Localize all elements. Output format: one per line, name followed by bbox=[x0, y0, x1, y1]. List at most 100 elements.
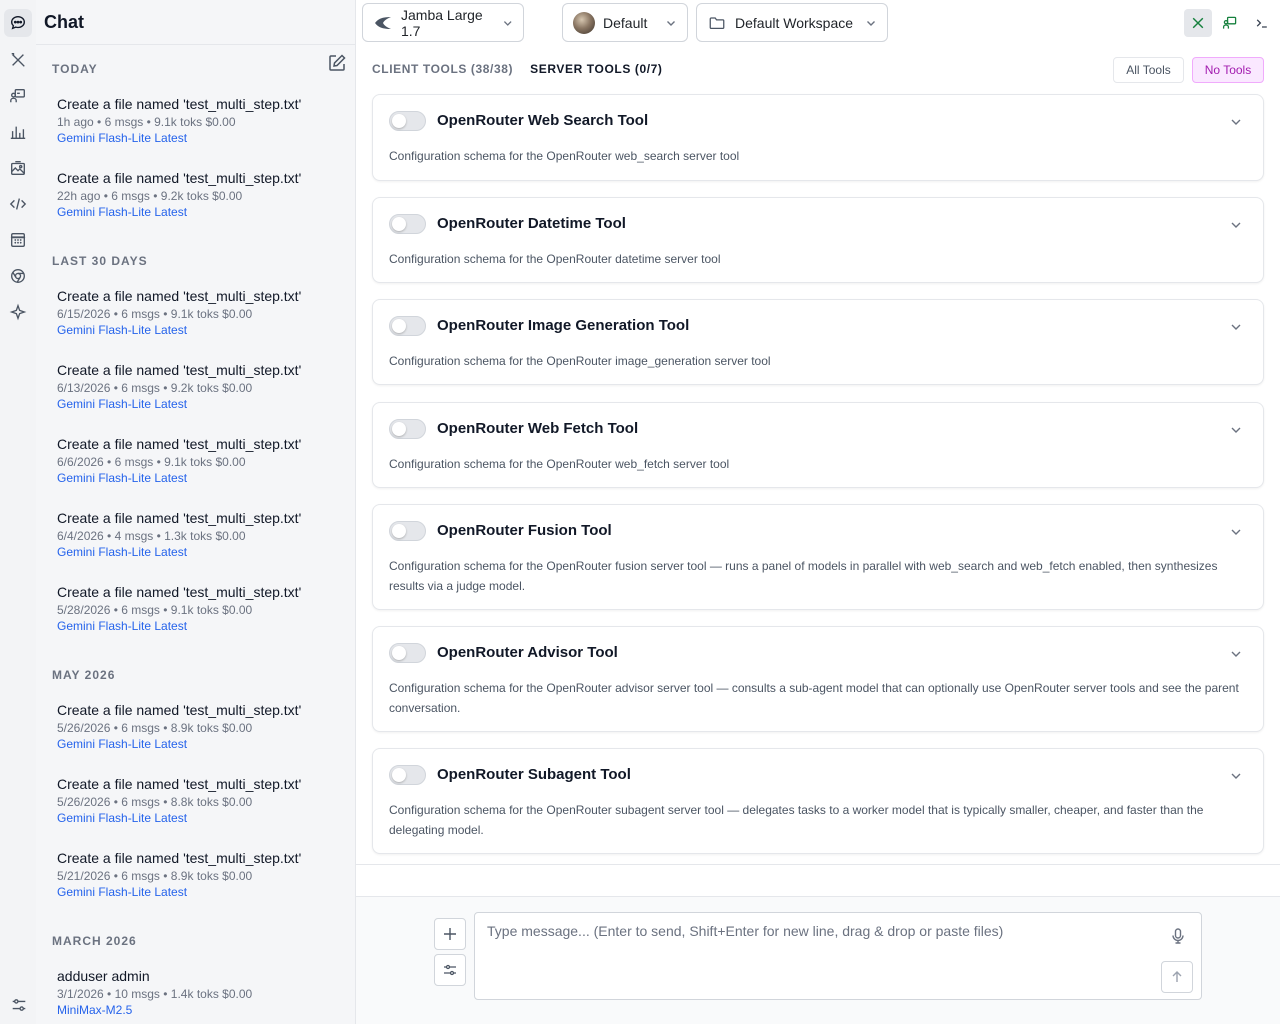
tools-toggle-button[interactable] bbox=[1184, 9, 1212, 37]
group-label-march-2026: MARCH 2026 bbox=[52, 934, 137, 948]
agents-toggle-button[interactable] bbox=[1216, 9, 1244, 37]
chevron-down-icon[interactable] bbox=[1229, 647, 1243, 661]
edit-icon bbox=[329, 54, 346, 71]
conversation-meta: 1h ago • 6 msgs • 9.1k toks $0.00 bbox=[57, 115, 236, 129]
conversation-item[interactable]: Create a file named 'test_multi_step.txt… bbox=[57, 436, 317, 487]
terminal-button[interactable] bbox=[1248, 9, 1276, 37]
conversation-title: Create a file named 'test_multi_step.txt… bbox=[57, 584, 302, 600]
microphone-icon[interactable] bbox=[1169, 927, 1187, 945]
tool-card-web-fetch[interactable]: OpenRouter Web Fetch Tool Configuration … bbox=[372, 402, 1264, 488]
conversation-meta: 5/26/2026 • 6 msgs • 8.9k toks $0.00 bbox=[57, 721, 253, 735]
new-chat-button[interactable] bbox=[326, 52, 348, 74]
conversation-title: Create a file named 'test_multi_step.txt… bbox=[57, 170, 302, 186]
tool-card-fusion[interactable]: OpenRouter Fusion Tool Configuration sch… bbox=[372, 504, 1264, 610]
tool-title: OpenRouter Image Generation Tool bbox=[437, 317, 690, 334]
message-input[interactable] bbox=[487, 923, 1157, 983]
attach-button[interactable] bbox=[434, 918, 466, 950]
tool-description: Configuration schema for the OpenRouter … bbox=[389, 559, 1218, 593]
conversation-item[interactable]: adduser admin 3/1/2026 • 10 msgs • 1.4k … bbox=[57, 968, 317, 1019]
code-icon[interactable] bbox=[4, 190, 32, 218]
tool-card-datetime[interactable]: OpenRouter Datetime Tool Configuration s… bbox=[372, 197, 1264, 283]
tool-description: Configuration schema for the OpenRouter … bbox=[389, 803, 1204, 837]
tool-card-web-search[interactable]: OpenRouter Web Search Tool Configuration… bbox=[372, 94, 1264, 181]
calculator-icon[interactable] bbox=[4, 226, 32, 254]
chevron-down-icon[interactable] bbox=[1229, 320, 1243, 334]
chevron-down-icon[interactable] bbox=[1229, 423, 1243, 437]
conversation-meta: 6/13/2026 • 6 msgs • 9.2k toks $0.00 bbox=[57, 381, 253, 395]
conversation-meta: 5/28/2026 • 6 msgs • 9.1k toks $0.00 bbox=[57, 603, 253, 617]
conversation-item[interactable]: Create a file named 'test_multi_step.txt… bbox=[57, 584, 317, 635]
chat-icon[interactable] bbox=[4, 9, 32, 37]
gallery-icon[interactable] bbox=[4, 154, 32, 182]
conversation-model: Gemini Flash-Lite Latest bbox=[57, 737, 188, 751]
tool-toggle[interactable] bbox=[389, 214, 426, 234]
conversation-sidebar: Chat TODAY LAST 30 DAYS MAY 2026 MARCH 2… bbox=[36, 0, 356, 1024]
tool-card-subagent[interactable]: OpenRouter Subagent Tool Configuration s… bbox=[372, 748, 1264, 854]
conversation-item[interactable]: Create a file named 'test_multi_step.txt… bbox=[57, 96, 317, 147]
no-tools-button[interactable]: No Tools bbox=[1192, 57, 1264, 83]
all-tools-button[interactable]: All Tools bbox=[1113, 57, 1184, 83]
sidebar-divider bbox=[36, 44, 355, 45]
tool-description: Configuration schema for the OpenRouter … bbox=[389, 252, 721, 266]
conversation-model: Gemini Flash-Lite Latest bbox=[57, 545, 188, 559]
sparkle-icon[interactable] bbox=[4, 298, 32, 326]
tool-title: OpenRouter Fusion Tool bbox=[437, 522, 612, 539]
conversation-title: Create a file named 'test_multi_step.txt… bbox=[57, 288, 302, 304]
chevron-down-icon[interactable] bbox=[1229, 218, 1243, 232]
tool-toggle[interactable] bbox=[389, 316, 426, 336]
tools-icon[interactable] bbox=[4, 46, 32, 74]
persona-selector-label: Default bbox=[603, 14, 648, 31]
tab-client-tools[interactable]: CLIENT TOOLS (38/38) bbox=[372, 62, 513, 76]
send-button[interactable] bbox=[1161, 961, 1193, 993]
conversation-title: Create a file named 'test_multi_step.txt… bbox=[57, 850, 302, 866]
group-label-may-2026: MAY 2026 bbox=[52, 668, 116, 682]
conversation-item[interactable]: Create a file named 'test_multi_step.txt… bbox=[57, 170, 317, 221]
conversation-model: Gemini Flash-Lite Latest bbox=[57, 471, 188, 485]
conversation-title: Create a file named 'test_multi_step.txt… bbox=[57, 776, 302, 792]
conversation-item[interactable]: Create a file named 'test_multi_step.txt… bbox=[57, 850, 317, 901]
workspace-selector[interactable]: Default Workspace bbox=[696, 3, 888, 42]
tool-title: OpenRouter Subagent Tool bbox=[437, 766, 631, 783]
stats-icon[interactable] bbox=[4, 118, 32, 146]
browser-icon[interactable] bbox=[4, 262, 32, 290]
message-box bbox=[474, 912, 1202, 1000]
model-logo-icon bbox=[373, 13, 393, 33]
persona-selector[interactable]: Default bbox=[562, 3, 688, 42]
conversation-meta: 6/4/2026 • 4 msgs • 1.3k toks $0.00 bbox=[57, 529, 246, 543]
tool-toggle[interactable] bbox=[389, 643, 426, 663]
tool-description: Configuration schema for the OpenRouter … bbox=[389, 354, 771, 368]
tool-card-advisor[interactable]: OpenRouter Advisor Tool Configuration sc… bbox=[372, 626, 1264, 732]
conversation-item[interactable]: Create a file named 'test_multi_step.txt… bbox=[57, 776, 317, 827]
tool-card-image-generation[interactable]: OpenRouter Image Generation Tool Configu… bbox=[372, 299, 1264, 385]
chevron-down-icon[interactable] bbox=[1229, 115, 1243, 129]
conversation-title: Create a file named 'test_multi_step.txt… bbox=[57, 436, 302, 452]
conversation-item[interactable]: Create a file named 'test_multi_step.txt… bbox=[57, 702, 317, 753]
tool-toggle[interactable] bbox=[389, 111, 426, 131]
chevron-down-icon bbox=[503, 20, 512, 26]
agents-icon[interactable] bbox=[4, 82, 32, 110]
tool-title: OpenRouter Web Fetch Tool bbox=[437, 420, 639, 437]
options-button[interactable] bbox=[434, 954, 466, 986]
avatar bbox=[573, 11, 595, 34]
conversation-title: Create a file named 'test_multi_step.txt… bbox=[57, 702, 302, 718]
conversation-title: adduser admin bbox=[57, 968, 150, 984]
top-bar: Jamba Large 1.7 Default Default Workspac… bbox=[356, 0, 1280, 46]
conversation-item[interactable]: Create a file named 'test_multi_step.txt… bbox=[57, 510, 317, 561]
conversation-model: Gemini Flash-Lite Latest bbox=[57, 885, 188, 899]
plus-icon bbox=[444, 928, 456, 940]
tool-toggle[interactable] bbox=[389, 765, 426, 785]
tool-description: Configuration schema for the OpenRouter … bbox=[389, 681, 1239, 715]
conversation-model: Gemini Flash-Lite Latest bbox=[57, 131, 188, 145]
tool-toggle[interactable] bbox=[389, 521, 426, 541]
sidebar-title: Chat bbox=[44, 12, 84, 32]
chevron-down-icon[interactable] bbox=[1229, 769, 1243, 783]
settings-sliders-icon[interactable] bbox=[10, 996, 28, 1014]
conversation-item[interactable]: Create a file named 'test_multi_step.txt… bbox=[57, 362, 317, 413]
model-selector[interactable]: Jamba Large 1.7 bbox=[362, 3, 524, 42]
conversation-meta: 3/1/2026 • 10 msgs • 1.4k toks $0.00 bbox=[57, 987, 253, 1001]
chevron-down-icon[interactable] bbox=[1229, 525, 1243, 539]
tool-toggle[interactable] bbox=[389, 419, 426, 439]
tool-title: OpenRouter Web Search Tool bbox=[437, 112, 649, 129]
tab-server-tools[interactable]: SERVER TOOLS (0/7) bbox=[530, 62, 662, 76]
conversation-item[interactable]: Create a file named 'test_multi_step.txt… bbox=[57, 288, 317, 339]
